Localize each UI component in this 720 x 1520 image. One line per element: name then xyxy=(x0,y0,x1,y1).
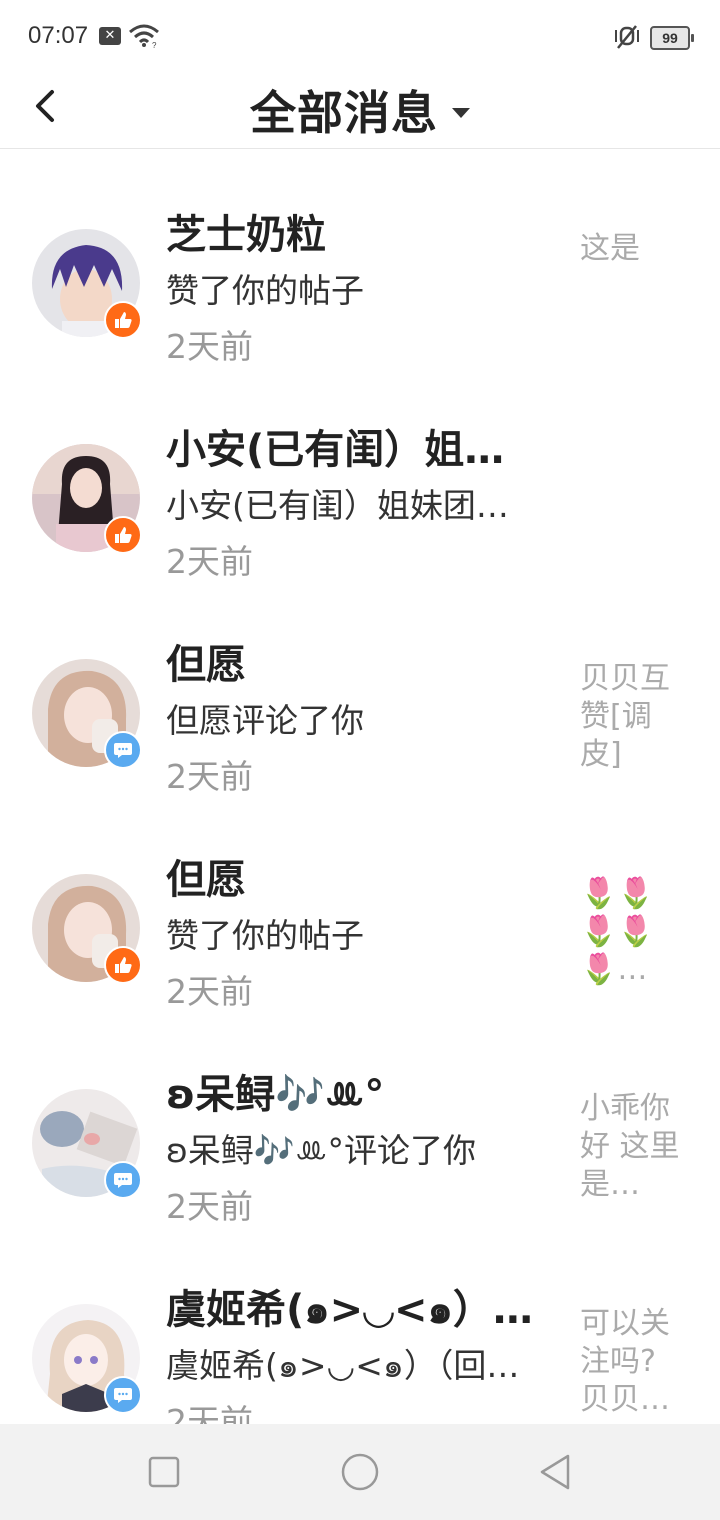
status-bar: 07:07 ✕ ? 99 xyxy=(0,0,720,72)
chevron-left-icon[interactable] xyxy=(24,78,72,134)
message-time: 2天前 xyxy=(166,1187,253,1226)
message-item[interactable]: 芝士奶粒 赞了你的帖子 2天前 这是 xyxy=(0,190,720,405)
home-icon[interactable] xyxy=(340,1452,380,1492)
vibrate-icon xyxy=(615,25,639,49)
avatar[interactable] xyxy=(32,444,142,554)
message-time: 2天前 xyxy=(166,757,253,796)
message-item[interactable]: 小安(已有闺）姐… 小安(已有闺）姐妹团… 2天前 xyxy=(0,405,720,620)
sender-name: 但愿 xyxy=(166,642,246,688)
message-action: 赞了你的帖子 xyxy=(166,916,364,955)
avatar[interactable] xyxy=(32,659,142,769)
sender-name: 芝士奶粒 xyxy=(166,212,326,258)
like-badge-icon xyxy=(104,301,142,339)
page-title: 全部消息 xyxy=(250,86,438,140)
battery-icon: 99 xyxy=(650,26,694,50)
message-item[interactable]: ʚ呆鲟🎶ꔛ° ʚ呆鲟🎶ꔛ°评论了你 2天前 小乖你好 这里是… xyxy=(0,1050,720,1265)
comment-badge-icon xyxy=(104,1376,142,1414)
back-icon[interactable] xyxy=(536,1452,576,1492)
message-preview: 可以关注吗?贝贝… xyxy=(580,1306,670,1417)
message-action: ʚ呆鲟🎶ꔛ°评论了你 xyxy=(166,1131,476,1170)
message-preview: 这是 xyxy=(580,231,640,266)
message-time: 2天前 xyxy=(166,327,253,366)
message-action: 赞了你的帖子 xyxy=(166,271,364,310)
message-time: 2天前 xyxy=(166,972,253,1011)
sender-name: 但愿 xyxy=(166,857,246,903)
avatar[interactable] xyxy=(32,1304,142,1414)
recent-apps-icon[interactable] xyxy=(144,1452,184,1492)
sender-name: ʚ呆鲟🎶ꔛ° xyxy=(166,1072,385,1118)
like-badge-icon xyxy=(104,516,142,554)
avatar[interactable] xyxy=(32,874,142,984)
message-action: 虞姬希(๑>◡<๑）（回… xyxy=(166,1346,520,1385)
sender-name: 虞姬希(๑>◡<๑）… xyxy=(166,1287,533,1333)
comment-badge-icon xyxy=(104,1161,142,1199)
message-item[interactable]: 但愿 赞了你的帖子 2天前 🌷🌷🌷🌷🌷… xyxy=(0,835,720,1050)
message-action: 但愿评论了你 xyxy=(166,701,364,740)
caret-down-icon xyxy=(452,108,470,118)
message-item[interactable]: 但愿 但愿评论了你 2天前 贝贝互赞[调皮] xyxy=(0,620,720,835)
system-nav-bar xyxy=(0,1424,720,1520)
avatar[interactable] xyxy=(32,1089,142,1199)
status-time: 07:07 xyxy=(28,22,89,49)
avatar[interactable] xyxy=(32,229,142,339)
message-preview: 🌷🌷🌷🌷🌷… xyxy=(580,876,655,987)
message-time: 2天前 xyxy=(166,542,253,581)
svg-text:?: ? xyxy=(152,41,157,48)
message-preview: 小乖你好 这里是… xyxy=(580,1091,680,1202)
like-badge-icon xyxy=(104,946,142,984)
comment-badge-icon xyxy=(104,731,142,769)
message-preview: 贝贝互赞[调皮] xyxy=(580,661,670,772)
notification-x-icon: ✕ xyxy=(99,27,121,45)
sender-name: 小安(已有闺）姐… xyxy=(166,427,505,473)
message-list: 芝士奶粒 赞了你的帖子 2天前 这是 小安(已有闺）姐… 小安(已有闺）姐妹团…… xyxy=(0,190,720,1480)
wifi-icon: ? xyxy=(129,24,159,48)
top-bar: 全部消息 xyxy=(0,72,720,149)
title-dropdown[interactable]: 全部消息 xyxy=(0,72,720,148)
message-action: 小安(已有闺）姐妹团… xyxy=(166,486,509,525)
